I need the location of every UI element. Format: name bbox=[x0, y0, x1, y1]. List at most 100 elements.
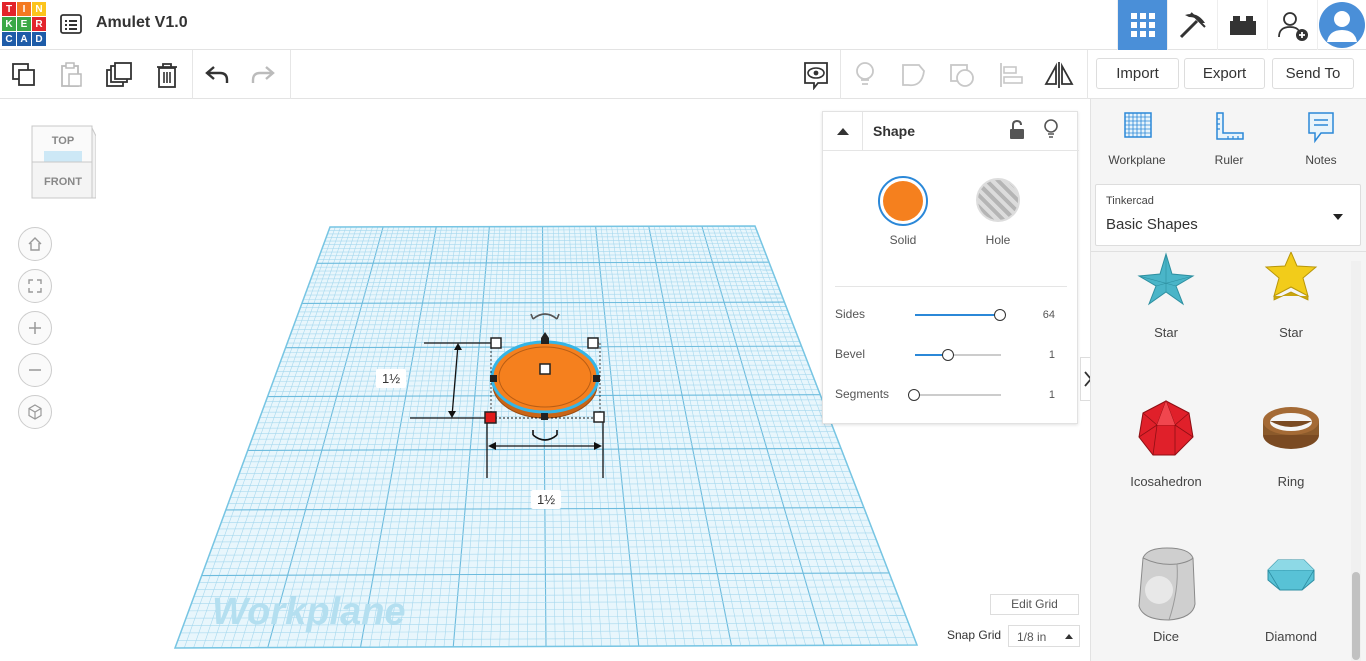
library-category: Tinkercad bbox=[1106, 195, 1154, 207]
design-title[interactable]: Amulet V1.0 bbox=[96, 14, 188, 32]
minecraft-view-button[interactable] bbox=[1167, 0, 1217, 50]
toggle-side-panel-button[interactable] bbox=[1080, 357, 1090, 401]
shape-inspector-panel: Shape Solid Hole Sides 64 Bevel 1 Segmen… bbox=[822, 111, 1079, 424]
height-dimension-label[interactable]: 1½ bbox=[376, 369, 407, 388]
scrollbar-thumb[interactable] bbox=[1352, 572, 1360, 660]
logo-letter: R bbox=[32, 17, 46, 31]
trash-icon bbox=[157, 63, 177, 88]
segments-slider[interactable] bbox=[915, 394, 1001, 396]
avatar bbox=[1319, 2, 1365, 48]
ruler-tool[interactable]: Ruler bbox=[1189, 109, 1269, 167]
segments-value[interactable]: 1 bbox=[1049, 389, 1055, 401]
shape-item-label: Diamond bbox=[1264, 629, 1318, 644]
eye-bubble-icon bbox=[804, 62, 828, 90]
tinkercad-logo[interactable]: T I N K E R C A D bbox=[2, 2, 46, 48]
grid-view-icon bbox=[1130, 13, 1155, 37]
bevel-slider-knob[interactable] bbox=[942, 349, 954, 361]
delete-button[interactable] bbox=[150, 58, 184, 92]
shape-item-dice[interactable]: Dice bbox=[1104, 544, 1228, 644]
unlock-icon bbox=[1010, 119, 1024, 139]
shape-item-star-yellow[interactable]: Star bbox=[1229, 252, 1351, 340]
snap-grid-select[interactable]: 1/8 in bbox=[1008, 625, 1080, 647]
width-dimension-label[interactable]: 1½ bbox=[531, 490, 562, 509]
lock-button[interactable] bbox=[1009, 119, 1025, 145]
copy-icon bbox=[12, 63, 35, 86]
sides-slider-knob[interactable] bbox=[994, 309, 1006, 321]
zoom-out-button[interactable] bbox=[18, 353, 52, 387]
icosahedron-shape-icon bbox=[1138, 399, 1194, 456]
sides-value[interactable]: 64 bbox=[1043, 309, 1055, 321]
logo-letter: D bbox=[32, 32, 46, 46]
duplicate-button[interactable] bbox=[102, 58, 136, 92]
star-shape-icon bbox=[1264, 252, 1318, 301]
redo-button[interactable] bbox=[246, 58, 280, 92]
view-cube[interactable]: TOP FRONT bbox=[30, 124, 97, 202]
solid-option[interactable] bbox=[878, 176, 928, 226]
view-cube-front-label: FRONT bbox=[44, 176, 82, 188]
ruler-label: Ruler bbox=[1214, 153, 1244, 167]
logo-letter: K bbox=[2, 17, 16, 31]
shape-item-label: Star bbox=[1154, 325, 1178, 340]
home-view-button[interactable] bbox=[18, 227, 52, 261]
export-button[interactable]: Export bbox=[1184, 58, 1265, 89]
send-to-button[interactable]: Send To bbox=[1272, 58, 1354, 89]
group-button[interactable] bbox=[897, 58, 931, 92]
copy-button[interactable] bbox=[7, 58, 41, 92]
paste-button[interactable] bbox=[54, 58, 88, 92]
snap-grid-value: 1/8 in bbox=[1017, 630, 1047, 644]
shape-item-star-blue[interactable]: Star bbox=[1104, 252, 1228, 340]
shape-item-icosahedron[interactable]: Icosahedron bbox=[1104, 397, 1228, 489]
panel-title: Shape bbox=[873, 123, 916, 139]
undo-button[interactable] bbox=[200, 58, 234, 92]
edit-toolbar: Import Export Send To bbox=[0, 50, 1366, 99]
fit-view-button[interactable] bbox=[18, 269, 52, 303]
diamond-shape-icon bbox=[1267, 559, 1315, 591]
import-button[interactable]: Import bbox=[1096, 58, 1179, 89]
shape-item-diamond[interactable]: Diamond bbox=[1229, 544, 1351, 644]
logo-letter: A bbox=[17, 32, 31, 46]
show-hidden-button[interactable] bbox=[799, 58, 833, 92]
zoom-in-button[interactable] bbox=[18, 311, 52, 345]
perspective-button[interactable] bbox=[18, 395, 52, 429]
invite-user-button[interactable] bbox=[1267, 0, 1317, 50]
notes-tool[interactable]: Notes bbox=[1281, 109, 1361, 167]
edit-grid-button[interactable]: Edit Grid bbox=[990, 594, 1079, 615]
ungroup-button[interactable] bbox=[945, 58, 979, 92]
workspace-canvas[interactable]: Workplane 1½ 1½ TOP FRONT Shape Solid Ho… bbox=[0, 99, 1090, 661]
caret-up-icon bbox=[836, 128, 849, 135]
bevel-label: Bevel bbox=[835, 347, 866, 361]
shape-item-ring[interactable]: Ring bbox=[1229, 397, 1351, 489]
3d-design-view-button[interactable] bbox=[1117, 0, 1167, 50]
lightbulb-icon bbox=[1044, 119, 1058, 138]
hole-option[interactable] bbox=[976, 178, 1020, 222]
design-list-icon[interactable] bbox=[60, 14, 82, 34]
user-avatar[interactable] bbox=[1317, 0, 1366, 50]
snap-grid-label: Snap Grid bbox=[947, 628, 1002, 642]
ring-shape-icon bbox=[1263, 407, 1319, 449]
workplane-tool[interactable]: Workplane bbox=[1097, 109, 1177, 167]
mirror-button[interactable] bbox=[1042, 58, 1076, 92]
mirror-icon bbox=[1044, 62, 1074, 88]
paste-icon bbox=[61, 62, 82, 87]
logo-letter: N bbox=[32, 2, 46, 16]
caret-down-icon bbox=[1333, 214, 1343, 220]
hint-button[interactable] bbox=[848, 58, 882, 92]
shapes-side-panel: Workplane Ruler Notes Tinkercad Basic Sh… bbox=[1090, 99, 1366, 661]
library-name: Basic Shapes bbox=[1106, 216, 1198, 233]
align-button[interactable] bbox=[994, 58, 1028, 92]
logo-letter: C bbox=[2, 32, 16, 46]
logo-letter: I bbox=[17, 2, 31, 16]
hint-button[interactable] bbox=[1043, 119, 1059, 146]
star-shape-icon bbox=[1137, 252, 1195, 306]
bevel-value[interactable]: 1 bbox=[1049, 349, 1055, 361]
bricks-view-button[interactable] bbox=[1217, 0, 1267, 50]
home-icon bbox=[28, 237, 42, 251]
notes-icon bbox=[1308, 112, 1334, 144]
shape-item-label: Star bbox=[1279, 325, 1303, 340]
segments-slider-knob[interactable] bbox=[908, 389, 920, 401]
collapse-panel-button[interactable] bbox=[823, 112, 863, 150]
slider-fill bbox=[915, 314, 1001, 316]
shape-library-select[interactable]: Tinkercad Basic Shapes bbox=[1095, 184, 1361, 246]
segments-label: Segments bbox=[835, 387, 890, 401]
undo-icon bbox=[205, 66, 229, 83]
